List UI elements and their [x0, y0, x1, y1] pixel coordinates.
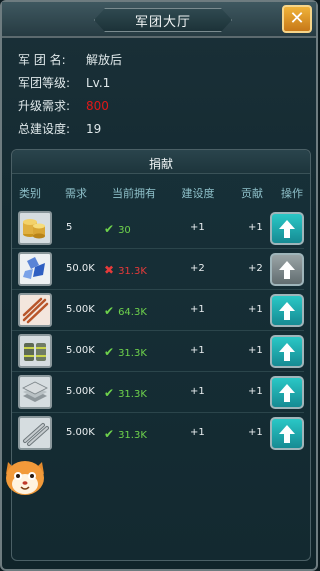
title-bar: 军团大厅 ✕	[2, 2, 316, 38]
need-value: 5	[66, 222, 73, 233]
copper-rods-icon	[18, 293, 52, 327]
window-title: 军团大厅	[134, 15, 191, 30]
guild-name-row: 军 团 名: 解放后	[18, 51, 122, 68]
donate-row: 5.00K ✔ 31.3K +1 +1	[12, 332, 308, 372]
donate-row: 50.0K ✖ 31.3K +2 +2	[12, 250, 308, 290]
donate-row: 5.00K ✔ 64.3K +1 +1	[12, 291, 308, 331]
mascot-cat-icon[interactable]	[2, 454, 48, 498]
build-value: +1	[190, 222, 205, 233]
steel-plates-icon	[18, 375, 52, 409]
have-value: ✔ 31.3K	[104, 345, 147, 359]
row-divider	[12, 248, 304, 249]
have-value: ✔ 30	[104, 222, 131, 236]
donate-button-disabled[interactable]	[270, 253, 304, 286]
cross-icon: ✖	[104, 263, 115, 277]
donate-button[interactable]	[270, 376, 304, 409]
donate-button[interactable]	[270, 212, 304, 245]
build-value: +2	[190, 263, 205, 274]
close-icon: ✕	[289, 8, 305, 29]
have-value: ✔ 31.3K	[104, 386, 147, 400]
need-value: 5.00K	[66, 345, 95, 356]
column-need: 需求	[65, 187, 87, 200]
guild-level-value: Lv.1	[86, 76, 111, 90]
need-value: 5.00K	[66, 304, 95, 315]
row-divider	[12, 412, 304, 413]
check-icon: ✔	[104, 427, 115, 441]
guild-level-label: 军团等级:	[18, 76, 71, 90]
guild-name-value: 解放后	[86, 53, 123, 67]
upgrade-requirement-value: 800	[86, 99, 109, 113]
contribution-value: +1	[248, 222, 263, 233]
row-divider	[12, 371, 304, 372]
donate-button[interactable]	[270, 417, 304, 450]
contribution-value: +1	[248, 345, 263, 356]
column-have: 当前拥有	[112, 187, 156, 200]
donate-row: 5.00K ✔ 31.3K +1 +1	[12, 414, 308, 454]
total-build-value: 19	[86, 122, 102, 136]
arrow-up-icon	[279, 301, 295, 320]
contribution-value: +1	[248, 304, 263, 315]
contribution-value: +2	[248, 263, 263, 274]
column-contribution: 贡献	[241, 187, 263, 200]
need-value: 5.00K	[66, 427, 95, 438]
arrow-up-icon	[279, 260, 295, 279]
oil-barrels-icon	[18, 334, 52, 368]
donate-row: 5.00K ✔ 31.3K +1 +1	[12, 373, 308, 413]
contribution-value: +1	[248, 427, 263, 438]
total-build-row: 总建设度: 19	[18, 120, 101, 137]
column-category: 类别	[19, 187, 41, 200]
arrow-up-icon	[279, 219, 295, 238]
arrow-up-icon	[279, 383, 295, 402]
donate-header: 捐献	[12, 150, 310, 174]
have-value: ✖ 31.3K	[104, 263, 147, 277]
crystal-icon	[18, 252, 52, 286]
guild-hall-window: 军团大厅 ✕ 军 团 名: 解放后 军团等级: Lv.1 升级需求: 800 总建设度…	[0, 0, 318, 571]
total-build-label: 总建设度:	[18, 122, 71, 136]
donate-row: 5 ✔ 30 +1 +1	[12, 209, 308, 249]
close-button[interactable]: ✕	[282, 5, 312, 33]
check-icon: ✔	[104, 386, 115, 400]
donate-title: 捐献	[148, 157, 173, 171]
gold-coins-icon	[18, 211, 52, 245]
have-value: ✔ 31.3K	[104, 427, 147, 441]
donate-button[interactable]	[270, 335, 304, 368]
upgrade-requirement-label: 升级需求:	[18, 99, 71, 113]
guild-level-row: 军团等级: Lv.1	[18, 74, 110, 91]
upgrade-requirement-row: 升级需求: 800	[18, 97, 109, 114]
check-icon: ✔	[104, 304, 115, 318]
column-build: 建设度	[181, 187, 215, 200]
column-action: 操作	[281, 187, 303, 200]
build-value: +1	[190, 345, 205, 356]
have-value: ✔ 64.3K	[104, 304, 147, 318]
steel-pipes-icon	[18, 416, 52, 450]
arrow-up-icon	[279, 424, 295, 443]
build-value: +1	[190, 304, 205, 315]
row-divider	[12, 289, 304, 290]
row-divider	[12, 330, 304, 331]
need-value: 50.0K	[66, 263, 95, 274]
build-value: +1	[190, 386, 205, 397]
guild-name-label: 军 团 名:	[18, 53, 66, 67]
build-value: +1	[190, 427, 205, 438]
need-value: 5.00K	[66, 386, 95, 397]
check-icon: ✔	[104, 222, 115, 236]
contribution-value: +1	[248, 386, 263, 397]
arrow-up-icon	[279, 342, 295, 361]
check-icon: ✔	[104, 345, 115, 359]
donate-button[interactable]	[270, 294, 304, 327]
